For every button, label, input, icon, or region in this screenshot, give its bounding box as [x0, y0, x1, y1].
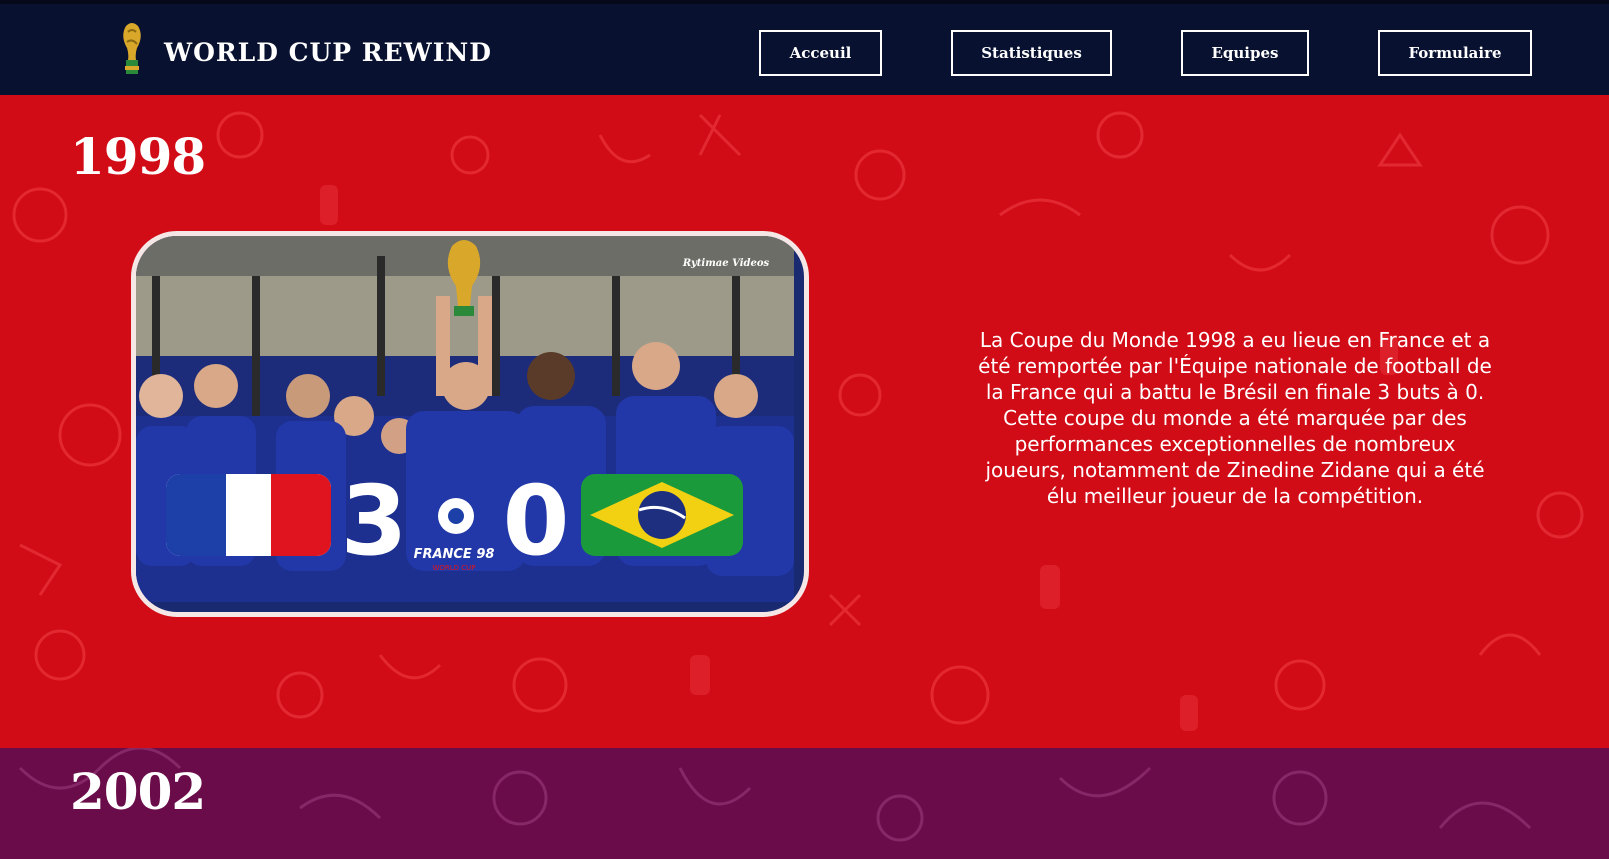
score-home: 3 — [341, 465, 408, 577]
nav-acceuil-button[interactable]: Acceuil — [759, 30, 882, 76]
france98-logo-subtext: WORLD CUP — [432, 564, 475, 572]
france98-logo-text: FRANCE 98 — [414, 547, 495, 562]
brand[interactable]: WORLD CUP REWIND — [118, 22, 492, 82]
top-navbar: WORLD CUP REWIND Acceuil Statistiques Eq… — [0, 0, 1609, 95]
section-description: La Coupe du Monde 1998 a eu lieue en Fra… — [978, 328, 1492, 508]
trophy-icon — [118, 22, 146, 82]
nav-equipes-button[interactable]: Equipes — [1181, 30, 1309, 76]
nav-statistiques-button[interactable]: Statistiques — [951, 30, 1112, 76]
nav-formulaire-button[interactable]: Formulaire — [1378, 30, 1532, 76]
year-title-2002: 2002 — [70, 762, 206, 821]
score-away: 0 — [503, 465, 570, 577]
video-watermark: Rytimae Videos — [682, 258, 770, 269]
background-pattern-2002 — [18, 748, 1532, 842]
year-title-1998: 1998 — [70, 127, 206, 186]
final-photo: 3 0 FRANCE 98 WORLD CUP Rytimae Videos — [131, 231, 809, 617]
brand-title: WORLD CUP REWIND — [164, 37, 492, 67]
section-2002: 2002 — [0, 748, 1609, 859]
section-1998: 1998 3 0 FRANCE 98 WORLD CUP Rytimae Vid… — [0, 95, 1609, 748]
